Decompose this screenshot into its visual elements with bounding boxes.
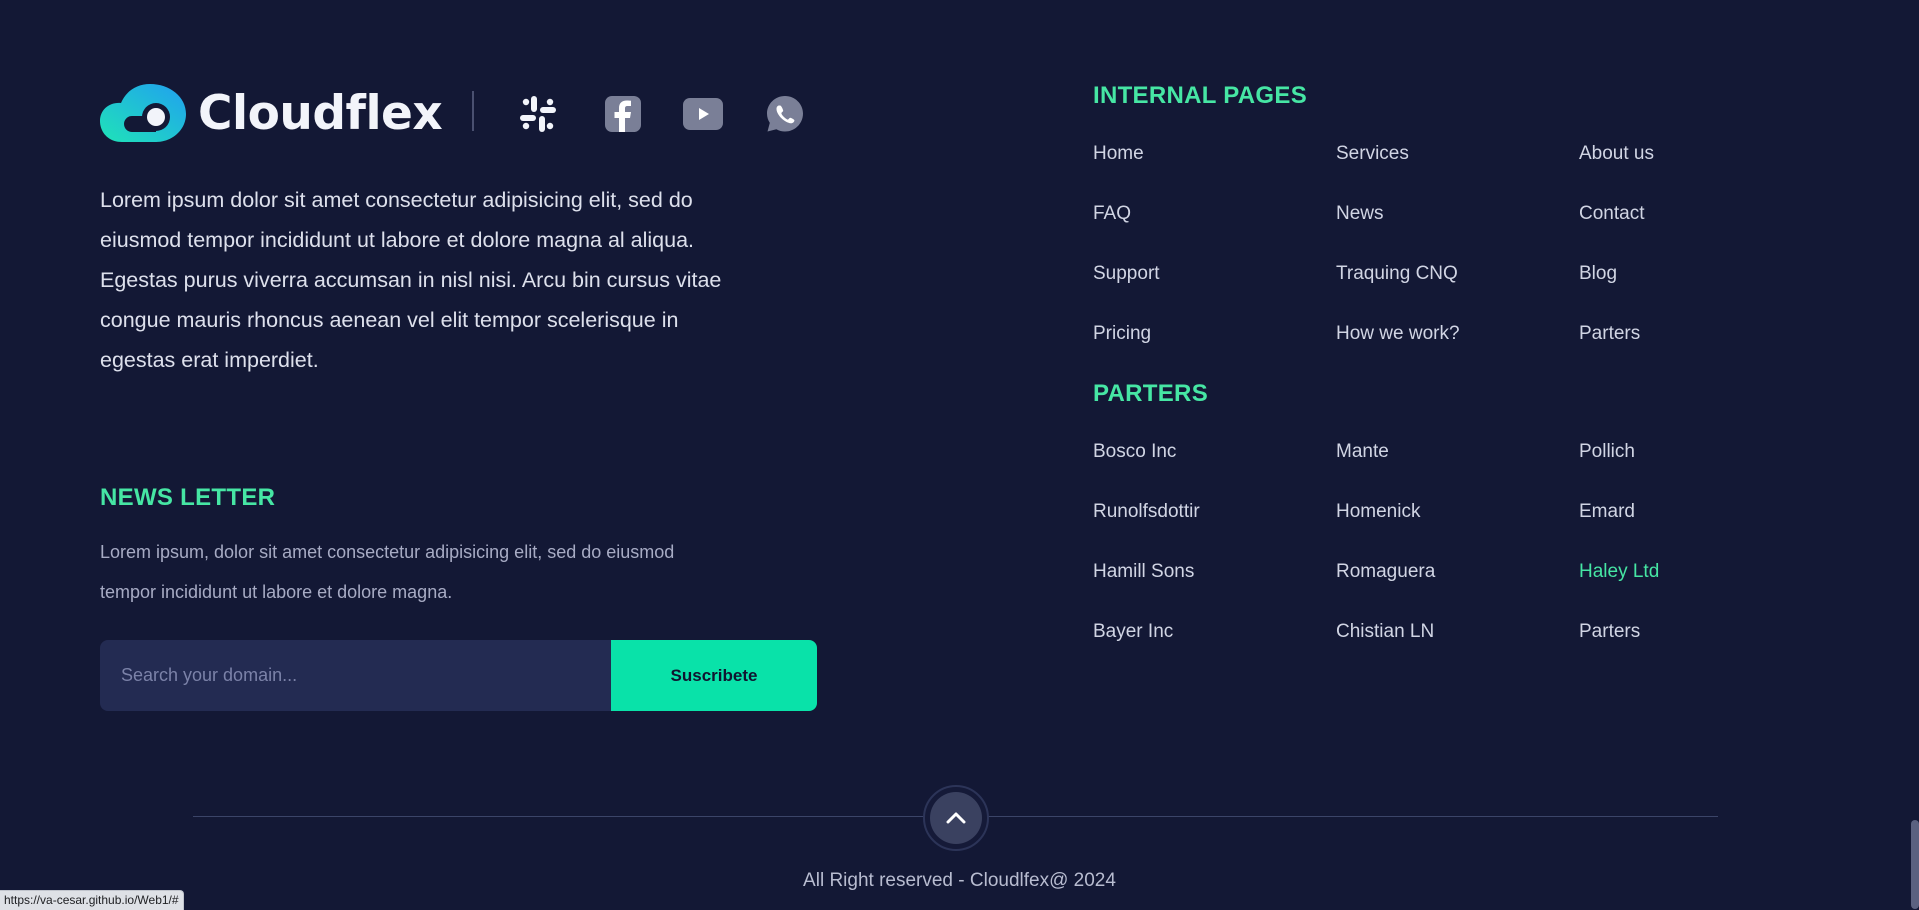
back-to-top-inner[interactable] [930,792,982,844]
logo-divider [472,91,474,131]
facebook-link[interactable] [601,92,645,136]
brand-name: Cloudflex [198,85,443,141]
partner-runolfsdottir[interactable]: Runolfsdottir [1093,498,1336,558]
partner-hamill-sons[interactable]: Hamill Sons [1093,558,1336,618]
newsletter-title: NEWS LETTER [100,484,276,511]
partner-homenick[interactable]: Homenick [1336,498,1579,558]
scrollbar-thumb[interactable] [1911,820,1919,909]
partner-emard[interactable]: Emard [1579,498,1822,558]
facebook-icon [605,96,641,132]
cloud-logo-icon [100,84,186,142]
link-services[interactable]: Services [1336,140,1579,200]
link-how-we-work[interactable]: How we work? [1336,320,1579,380]
internal-pages-title: INTERNAL PAGES [1093,82,1308,109]
partner-romaguera[interactable]: Romaguera [1336,558,1579,618]
partners-title: PARTERS [1093,380,1208,407]
slack-icon [520,96,556,132]
partner-mante[interactable]: Mante [1336,438,1579,498]
slack-link[interactable] [516,92,560,136]
link-blog[interactable]: Blog [1579,260,1822,320]
link-traquing-cnq[interactable]: Traquing CNQ [1336,260,1579,320]
partner-pollich[interactable]: Pollich [1579,438,1822,498]
link-contact[interactable]: Contact [1579,200,1822,260]
newsletter-form: Suscribete [100,640,817,711]
whatsapp-icon [767,96,803,132]
partner-chistian-ln[interactable]: Chistian LN [1336,618,1579,678]
copyright-text: All Right reserved - Cloudlfex@ 2024 [803,870,1116,891]
link-faq[interactable]: FAQ [1093,200,1336,260]
back-to-top-button[interactable] [923,785,989,851]
link-parters[interactable]: Parters [1579,320,1822,380]
link-about-us[interactable]: About us [1579,140,1822,200]
link-support[interactable]: Support [1093,260,1336,320]
status-url-bar: https://va-cesar.github.io/Web1/# [0,890,184,910]
whatsapp-link[interactable] [763,92,807,136]
partner-bayer-inc[interactable]: Bayer Inc [1093,618,1336,678]
about-text: Lorem ipsum dolor sit amet consectetur a… [100,188,722,372]
newsletter-text: Lorem ipsum, dolor sit amet consectetur … [100,542,675,602]
youtube-icon [683,98,723,130]
page-scrollbar[interactable] [1911,0,1919,909]
brand-logo[interactable]: Cloudflex [100,84,443,142]
link-news[interactable]: News [1336,200,1579,260]
partner-bosco-inc[interactable]: Bosco Inc [1093,438,1336,498]
internal-pages-links: Home Services About us FAQ News Contact … [1093,140,1823,380]
link-pricing[interactable]: Pricing [1093,320,1336,380]
chevron-up-icon [946,812,966,824]
domain-search-input[interactable] [100,640,611,711]
link-home[interactable]: Home [1093,140,1336,200]
youtube-link[interactable] [681,92,725,136]
subscribe-button[interactable]: Suscribete [611,640,817,711]
partner-parters[interactable]: Parters [1579,618,1822,678]
partner-haley-ltd[interactable]: Haley Ltd [1579,558,1822,618]
partners-links: Bosco Inc Mante Pollich Runolfsdottir Ho… [1093,438,1823,678]
